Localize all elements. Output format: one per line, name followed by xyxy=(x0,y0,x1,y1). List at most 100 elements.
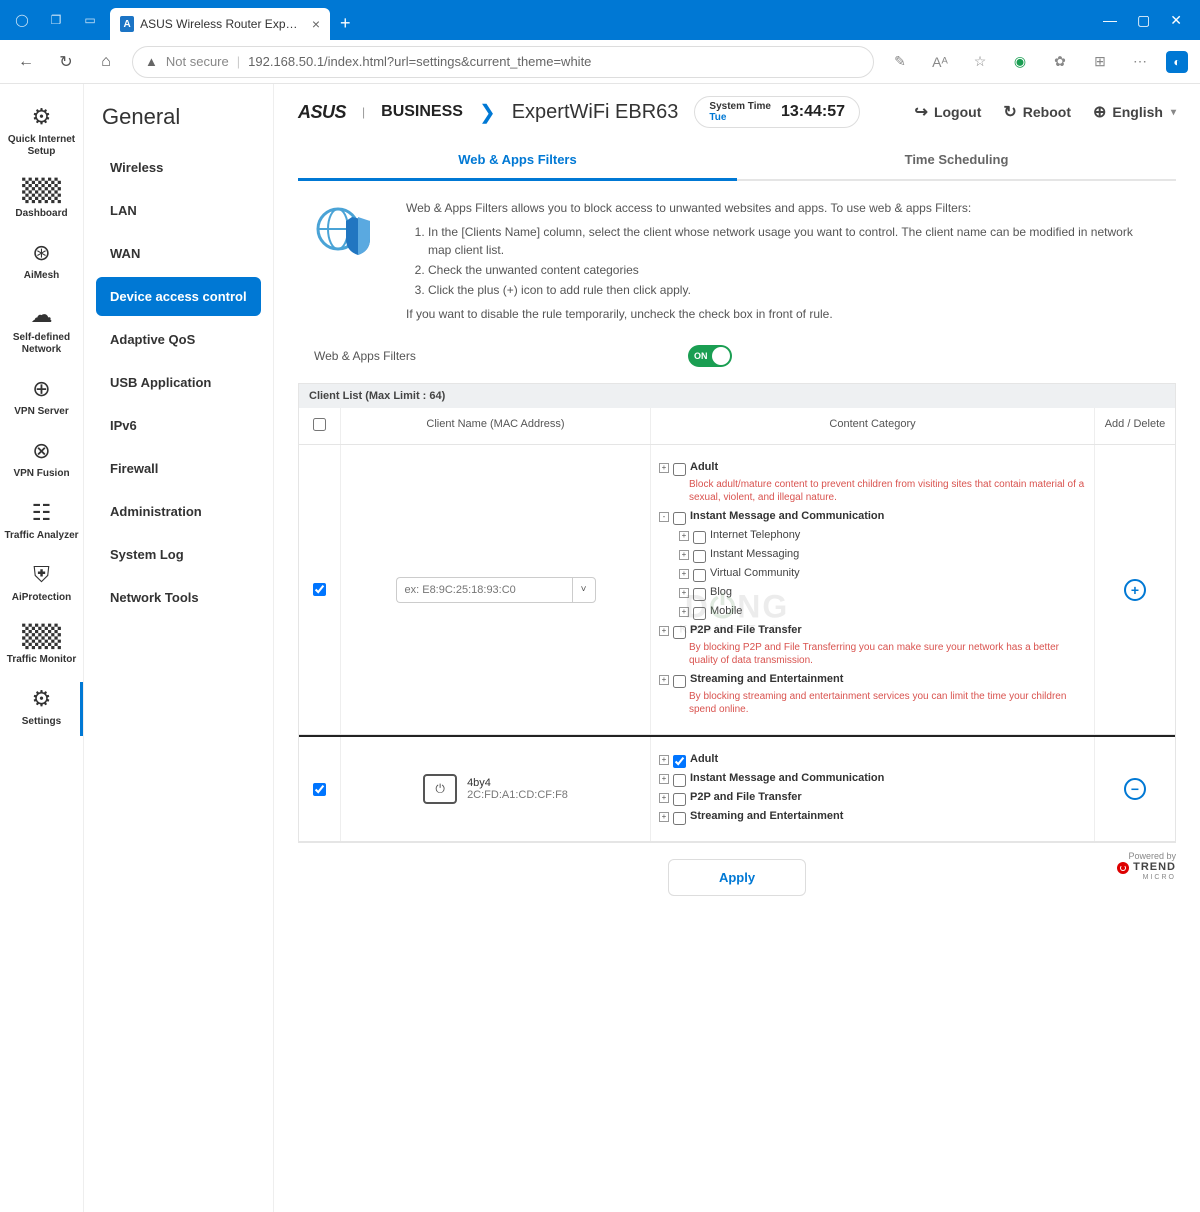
text-size-icon[interactable]: Aᴬ xyxy=(926,48,954,76)
browser-tab[interactable]: A ASUS Wireless Router ExpertWiFi × xyxy=(110,8,330,40)
category-checkbox-streaming[interactable] xyxy=(673,812,686,825)
nav-back-icon[interactable]: ← xyxy=(12,48,40,76)
sidebar-item-network-tools[interactable]: Network Tools xyxy=(96,578,261,617)
subcategory-checkbox[interactable] xyxy=(693,569,706,582)
rail-vpn-server[interactable]: ⊕VPN Server xyxy=(0,368,83,430)
category-desc-adult: Block adult/mature content to prevent ch… xyxy=(689,478,1086,504)
expand-icon[interactable]: + xyxy=(659,755,669,765)
subcategory-checkbox[interactable] xyxy=(693,531,706,544)
delete-rule-button[interactable]: − xyxy=(1124,778,1146,800)
category-checkbox-p2p[interactable] xyxy=(673,793,686,806)
tab-title: ASUS Wireless Router ExpertWiFi xyxy=(140,17,302,31)
expand-icon[interactable]: + xyxy=(659,812,669,822)
rail-traffic-monitor[interactable]: ␩␩␩Traffic Monitor xyxy=(0,616,83,678)
sidebar-item-wireless[interactable]: Wireless xyxy=(96,148,261,187)
tab-time-scheduling[interactable]: Time Scheduling xyxy=(737,140,1176,179)
reboot-icon: ↻ xyxy=(1003,102,1016,122)
expand-icon[interactable]: + xyxy=(679,588,689,598)
address-bar[interactable]: ▲ Not secure | 192.168.50.1/index.html?u… xyxy=(132,46,874,78)
collections-icon[interactable]: ⊞ xyxy=(1086,48,1114,76)
rail-aimesh[interactable]: ⊛AiMesh xyxy=(0,232,83,294)
category-checkbox-adult[interactable] xyxy=(673,463,686,476)
window-maximize-icon[interactable]: ▢ xyxy=(1137,12,1150,29)
subcategory-checkbox[interactable] xyxy=(693,588,706,601)
expand-icon[interactable]: + xyxy=(659,463,669,473)
wand-icon[interactable]: ✎ xyxy=(886,48,914,76)
logout-button[interactable]: ↪Logout xyxy=(915,102,982,122)
nav-home-icon[interactable]: ⌂ xyxy=(92,48,120,76)
expand-icon[interactable]: + xyxy=(659,675,669,685)
category-checkbox-adult[interactable] xyxy=(673,755,686,768)
more-icon[interactable]: ⋯ xyxy=(1126,48,1154,76)
sidebar-item-usb-application[interactable]: USB Application xyxy=(96,363,261,402)
favorite-icon[interactable]: ☆ xyxy=(966,48,994,76)
settings-icon: ⚙ xyxy=(32,686,52,712)
select-all-checkbox[interactable] xyxy=(313,418,326,431)
extension-icon[interactable]: ✿ xyxy=(1046,48,1074,76)
category-desc-streaming: By blocking streaming and entertainment … xyxy=(689,690,1086,716)
intro-step-1: In the [Clients Name] column, select the… xyxy=(428,223,1152,259)
category-checkbox-im[interactable] xyxy=(673,512,686,525)
category-checkbox-streaming[interactable] xyxy=(673,675,686,688)
filter-toggle[interactable]: ON xyxy=(688,345,732,367)
window-close-icon[interactable]: ✕ xyxy=(1170,12,1182,29)
subcategory-checkbox[interactable] xyxy=(693,550,706,563)
new-tab-button[interactable]: + xyxy=(340,13,351,34)
rail-traffic-analyzer[interactable]: ☷Traffic Analyzer xyxy=(0,492,83,554)
expand-icon[interactable]: + xyxy=(679,531,689,541)
sidebar-item-device-access-control[interactable]: Device access control xyxy=(96,277,261,316)
sidebar-item-administration[interactable]: Administration xyxy=(96,492,261,531)
add-rule-button[interactable]: + xyxy=(1124,579,1146,601)
client-mac-input[interactable] xyxy=(396,577,572,603)
vpn-server-icon: ⊕ xyxy=(32,376,50,402)
chevron-right-icon: ❯ xyxy=(479,100,496,125)
client-dropdown-button[interactable]: ˅ xyxy=(572,577,596,603)
rail-vpn-fusion[interactable]: ⊗VPN Fusion xyxy=(0,430,83,492)
copilot-icon[interactable]: ◐ xyxy=(1166,51,1188,73)
category-checkbox-p2p[interactable] xyxy=(673,626,686,639)
expand-icon[interactable]: + xyxy=(659,774,669,784)
row-checkbox[interactable] xyxy=(313,583,326,596)
category-checkbox-im[interactable] xyxy=(673,774,686,787)
system-time-label: System Time xyxy=(709,101,771,112)
app-icon-3[interactable]: ▭ xyxy=(76,6,104,34)
sidebar-item-adaptive-qos[interactable]: Adaptive QoS xyxy=(96,320,261,359)
device-icon xyxy=(423,774,457,804)
grammarly-icon[interactable]: ◉ xyxy=(1006,48,1034,76)
window-minimize-icon[interactable]: — xyxy=(1103,12,1117,29)
rail-self-defined-network[interactable]: ☁Self-defined Network xyxy=(0,294,83,368)
page-header: ASUS | BUSINESS ❯ ExpertWiFi EBR63 Syste… xyxy=(274,84,1200,140)
rail-aiprotection[interactable]: ⛨AiProtection xyxy=(0,554,83,616)
intro-step-3: Click the plus (+) icon to add rule then… xyxy=(428,281,1152,299)
sidebar-item-lan[interactable]: LAN xyxy=(96,191,261,230)
business-logo: BUSINESS xyxy=(381,103,463,121)
expand-icon[interactable]: + xyxy=(679,550,689,560)
app-icon-2[interactable]: ❐ xyxy=(42,6,70,34)
table-header: Client Name (MAC Address) Content Catego… xyxy=(299,408,1175,445)
browser-titlebar: ◯ ❐ ▭ A ASUS Wireless Router ExpertWiFi … xyxy=(0,0,1200,40)
tab-close-icon[interactable]: × xyxy=(312,16,320,32)
analyzer-icon: ☷ xyxy=(32,500,52,526)
tab-web-apps-filters[interactable]: Web & Apps Filters xyxy=(298,140,737,179)
network-icon: ☁ xyxy=(31,302,53,328)
nav-refresh-icon[interactable]: ↻ xyxy=(52,48,80,76)
app-icon-1[interactable]: ◯ xyxy=(8,6,36,34)
expand-icon[interactable]: + xyxy=(659,793,669,803)
sidebar-item-system-log[interactable]: System Log xyxy=(96,535,261,574)
collapse-icon[interactable]: - xyxy=(659,512,669,522)
language-selector[interactable]: ⊕English▾ xyxy=(1093,102,1176,122)
expand-icon[interactable]: + xyxy=(679,607,689,617)
expand-icon[interactable]: + xyxy=(659,626,669,636)
sidebar-item-ipv6[interactable]: IPv6 xyxy=(96,406,261,445)
sidebar-item-firewall[interactable]: Firewall xyxy=(96,449,261,488)
sidebar-item-wan[interactable]: WAN xyxy=(96,234,261,273)
reboot-button[interactable]: ↻Reboot xyxy=(1003,102,1071,122)
subcategory-checkbox[interactable] xyxy=(693,607,706,620)
row-checkbox[interactable] xyxy=(313,783,326,796)
monitor-icon: ␩␩␩ xyxy=(22,624,61,650)
rail-settings[interactable]: ⚙Settings xyxy=(0,678,83,740)
expand-icon[interactable]: + xyxy=(679,569,689,579)
rail-quick-setup[interactable]: ⚙Quick Internet Setup xyxy=(0,96,83,170)
rail-dashboard[interactable]: ␩␩␩Dashboard xyxy=(0,170,83,232)
apply-button[interactable]: Apply xyxy=(668,859,806,896)
